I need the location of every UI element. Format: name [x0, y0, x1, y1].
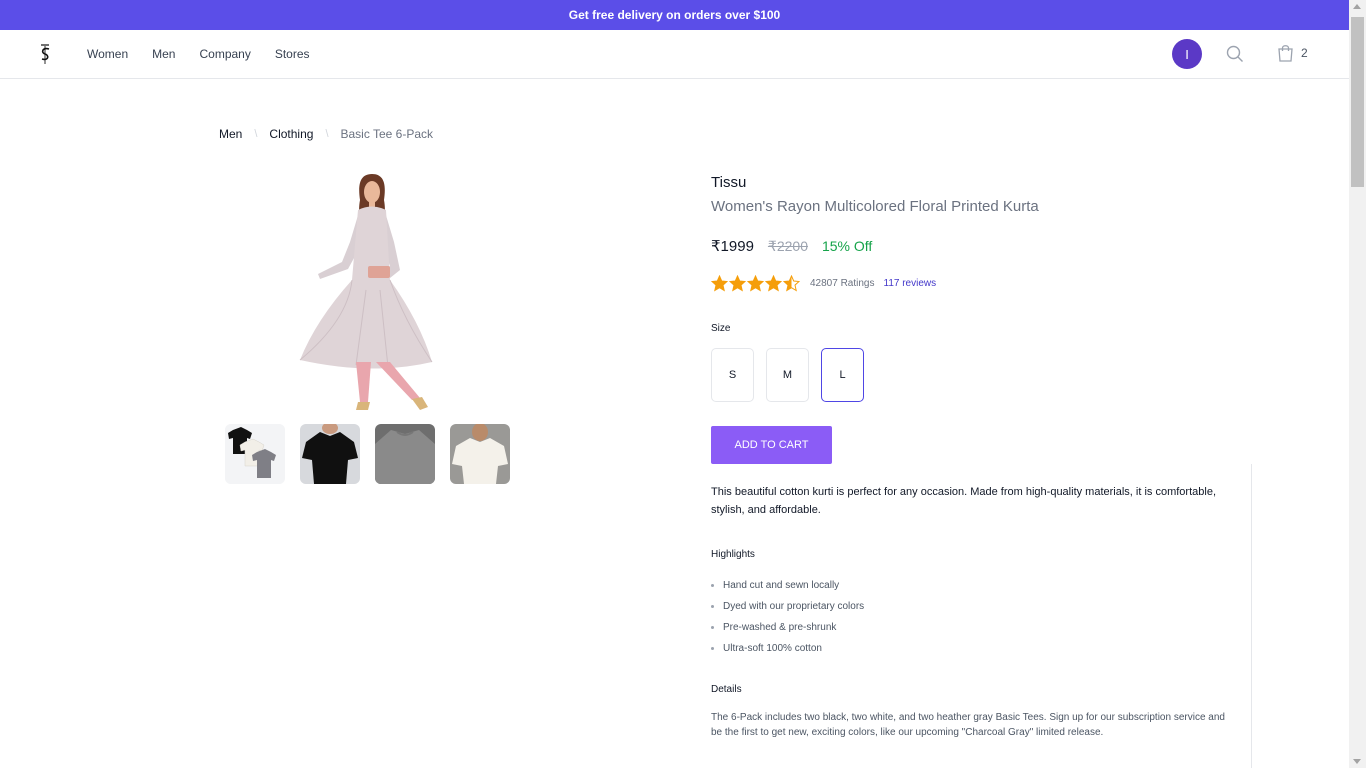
star-icon: [729, 275, 746, 292]
breadcrumb-separator-icon: \: [254, 128, 258, 140]
highlight-item: Dyed with our proprietary colors: [711, 596, 864, 617]
cart-button[interactable]: 2: [1277, 44, 1308, 62]
size-option-l[interactable]: L: [821, 348, 864, 402]
section-divider: [1251, 464, 1252, 768]
nav-link-women[interactable]: Women: [87, 47, 128, 61]
product-title: Women's Rayon Multicolored Floral Printe…: [711, 198, 1039, 215]
size-option-label: S: [728, 369, 737, 381]
rating-row: 42807 Ratings 117 reviews: [711, 275, 936, 292]
size-option-label: L: [839, 369, 846, 381]
size-label: Size: [711, 323, 731, 334]
breadcrumb-clothing[interactable]: Clothing: [269, 127, 313, 141]
ratings-count: 42807 Ratings: [810, 278, 875, 289]
black-tshirt-icon: [300, 424, 360, 484]
scroll-up-arrow-icon[interactable]: [1353, 4, 1361, 9]
star-rating: [711, 275, 800, 292]
size-option-label: M: [782, 369, 793, 381]
product-price: ₹1999: [711, 238, 754, 255]
details-heading: Details: [711, 684, 742, 695]
details-text: The 6-Pack includes two black, two white…: [711, 712, 1225, 738]
cart-count: 2: [1301, 46, 1308, 60]
breadcrumb-men[interactable]: Men: [219, 127, 242, 141]
star-icon: [783, 275, 800, 292]
user-avatar[interactable]: I: [1172, 39, 1202, 69]
nav-link-men[interactable]: Men: [152, 47, 175, 61]
breadcrumb: Men \ Clothing \ Basic Tee 6-Pack: [219, 127, 433, 141]
promo-text: Get free delivery on orders over $100: [568, 8, 781, 22]
highlight-item: Ultra-soft 100% cotton: [711, 638, 864, 659]
nav-link-company[interactable]: Company: [199, 47, 250, 61]
star-icon: [765, 275, 782, 292]
highlight-item: Pre-washed & pre-shrunk: [711, 617, 864, 638]
star-icon: [711, 275, 728, 292]
product-description: This beautiful cotton kurti is perfect f…: [711, 486, 1216, 516]
size-option-m[interactable]: M: [766, 348, 809, 402]
star-icon: [747, 275, 764, 292]
product-main-image: [299, 174, 433, 410]
brand-logo-icon[interactable]: [38, 42, 52, 66]
page-scrollbar[interactable]: [1349, 0, 1366, 768]
highlights-heading: Highlights: [711, 549, 755, 560]
nav-links: Women Men Company Stores: [87, 30, 310, 78]
tshirt-pack-icon: [225, 424, 285, 484]
gray-tshirt-icon: [375, 424, 435, 484]
thumbnail-white-tee[interactable]: [450, 424, 510, 484]
highlights-list: Hand cut and sewn locally Dyed with our …: [711, 575, 864, 659]
breadcrumb-separator-icon: \: [325, 128, 329, 140]
white-tshirt-icon: [450, 424, 510, 484]
avatar-initial: I: [1185, 46, 1189, 62]
discount-badge: 15% Off: [821, 238, 873, 254]
reviews-link[interactable]: 117 reviews: [884, 278, 937, 289]
size-option-s[interactable]: S: [711, 348, 754, 402]
price-row: ₹1999 ₹2200 15% Off: [711, 237, 872, 255]
product-brand: Tissu: [711, 174, 747, 191]
add-to-cart-button[interactable]: ADD TO CART: [711, 426, 832, 464]
search-icon[interactable]: [1226, 45, 1244, 63]
thumbnail-gray-tee[interactable]: [375, 424, 435, 484]
promo-banner: Get free delivery on orders over $100: [0, 0, 1349, 30]
product-mrp: ₹2200: [767, 238, 808, 254]
nav-link-stores[interactable]: Stores: [275, 47, 310, 61]
thumbnail-black-tee[interactable]: [300, 424, 360, 484]
scroll-down-arrow-icon[interactable]: [1353, 759, 1361, 764]
top-nav: Women Men Company Stores I 2: [0, 30, 1349, 79]
product-thumbnails: [225, 424, 510, 484]
scroll-thumb[interactable]: [1351, 17, 1364, 187]
shopping-bag-icon: [1278, 45, 1293, 62]
highlight-item: Hand cut and sewn locally: [711, 575, 864, 596]
thumbnail-tees-pack[interactable]: [225, 424, 285, 484]
breadcrumb-current: Basic Tee 6-Pack: [340, 127, 434, 141]
size-options: S M L: [711, 348, 864, 402]
